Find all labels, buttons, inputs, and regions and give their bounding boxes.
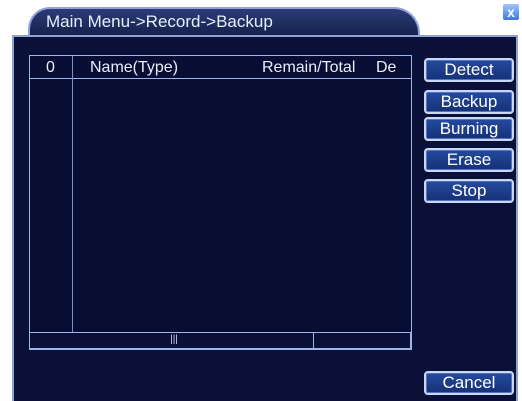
scrollbar-thumb[interactable]: |||: [169, 334, 179, 346]
header-name-type: Name(Type): [90, 59, 179, 76]
close-icon[interactable]: x: [502, 3, 520, 21]
header-device: De: [376, 59, 397, 76]
list-header: 0 Name(Type) Remain/Total De: [30, 56, 411, 79]
burning-button[interactable]: Burning: [424, 117, 514, 141]
backup-window: Main Menu->Record->Backup x 0 Name(Type)…: [0, 0, 522, 401]
cancel-button[interactable]: Cancel: [424, 371, 514, 395]
stop-button[interactable]: Stop: [424, 179, 514, 203]
scrollbar-track: |||: [30, 333, 314, 348]
backup-button[interactable]: Backup: [424, 90, 514, 114]
header-remain-total: Remain/Total: [262, 59, 356, 76]
column-separator: [72, 56, 73, 349]
header-index: 0: [46, 59, 55, 76]
horizontal-scrollbar[interactable]: |||: [29, 332, 411, 349]
device-list[interactable]: 0 Name(Type) Remain/Total De: [29, 55, 412, 350]
window-title: Main Menu->Record->Backup: [46, 12, 273, 31]
erase-button[interactable]: Erase: [424, 148, 514, 172]
detect-button[interactable]: Detect: [424, 58, 514, 82]
